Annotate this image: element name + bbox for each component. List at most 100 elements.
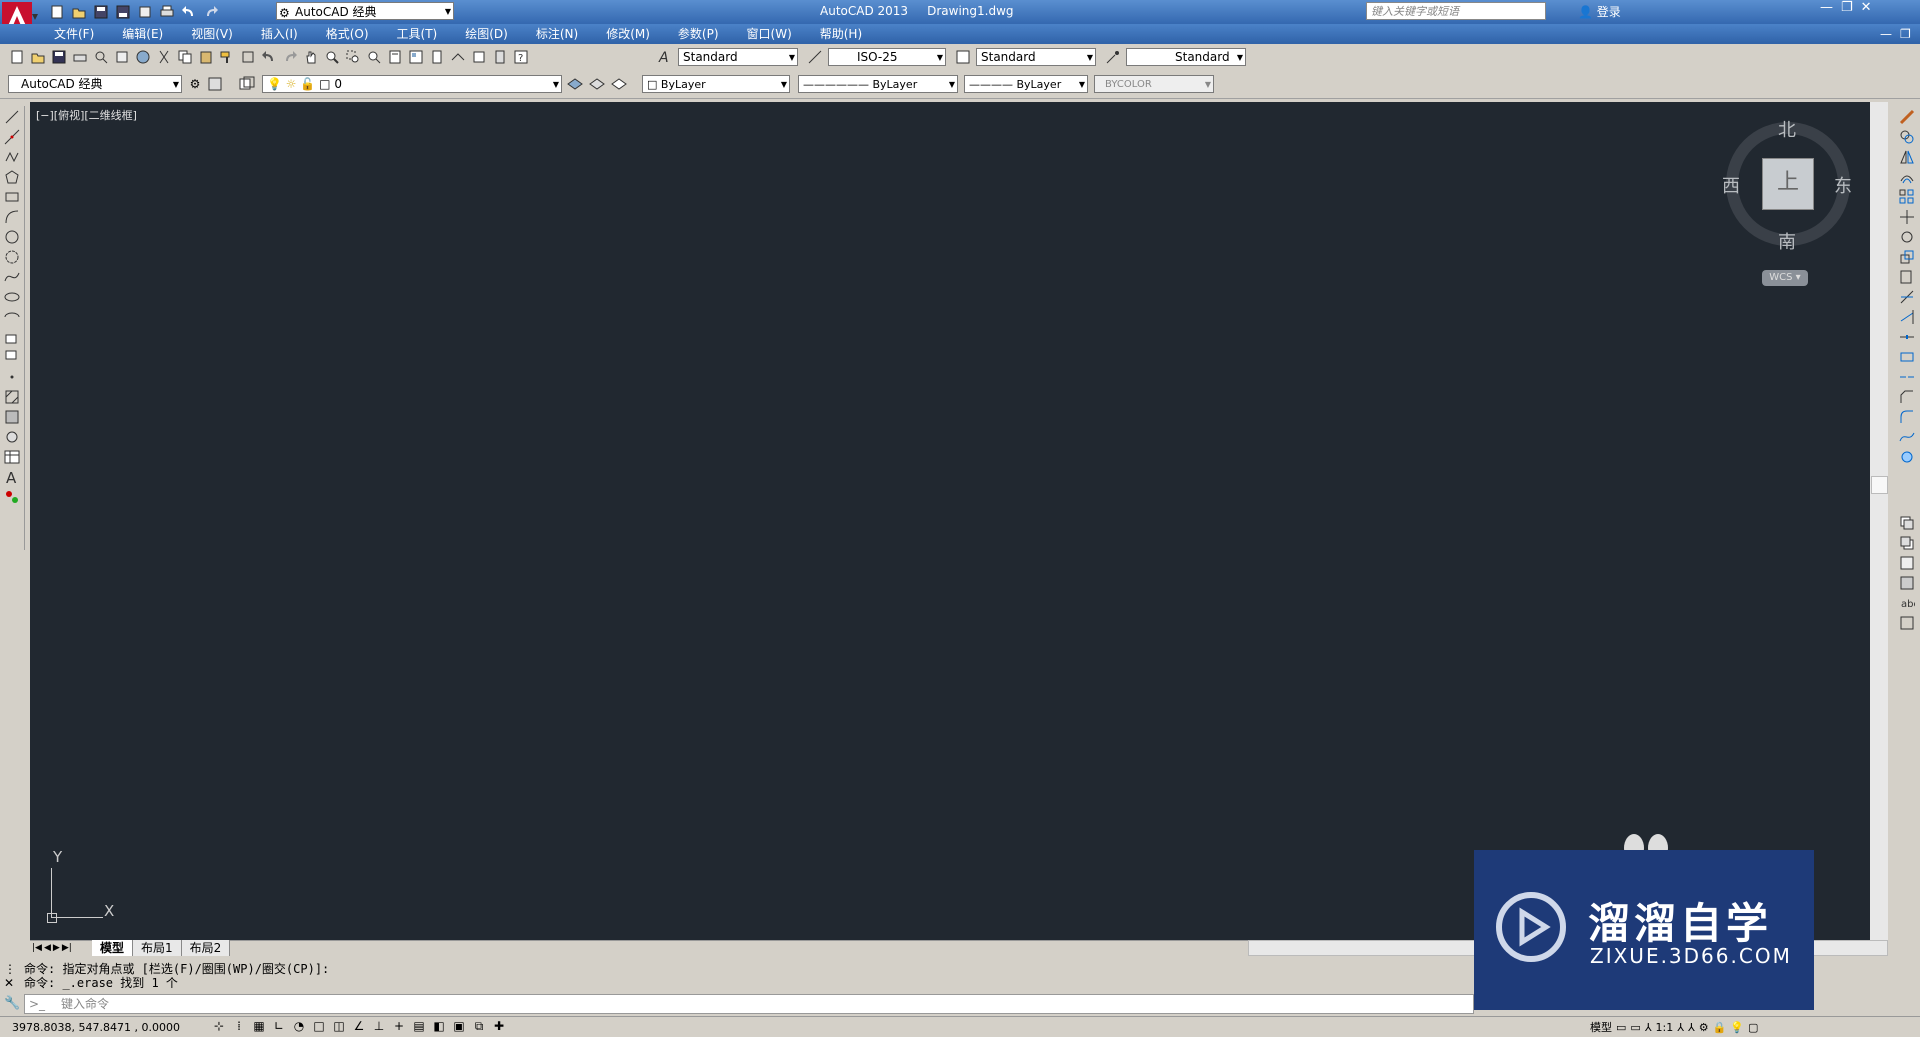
layer-dropdown[interactable]: 💡 ☼ 🔓 □ 0 ▼	[262, 75, 562, 93]
array-icon[interactable]	[1898, 188, 1916, 206]
fillet-icon[interactable]	[1898, 408, 1916, 426]
markup-icon[interactable]	[470, 48, 488, 66]
dynamic-ucs-icon[interactable]: ⊥	[370, 1018, 388, 1034]
infer-constraints-icon[interactable]: ⊹	[210, 1018, 228, 1034]
menu-insert[interactable]: 插入(I)	[247, 24, 312, 44]
wrench-icon[interactable]: 🔧	[4, 996, 20, 1011]
workspace-dropdown[interactable]: ⚙ AutoCAD 经典 ▼	[276, 2, 454, 20]
grid-display-icon[interactable]: ▦	[250, 1018, 268, 1034]
last-tab-icon[interactable]: ▶|	[62, 940, 72, 956]
command-close-icon[interactable]: ✕	[4, 976, 14, 990]
login-button[interactable]: 👤 登录	[1578, 3, 1621, 20]
text-style-icon[interactable]: A	[656, 48, 674, 66]
close-icon[interactable]: ✕	[1861, 0, 1872, 15]
undo-icon[interactable]	[180, 4, 198, 20]
annotation-scale-icon[interactable]: ⅄	[1645, 1021, 1652, 1034]
save-icon[interactable]	[92, 4, 110, 20]
pan-icon[interactable]	[302, 48, 320, 66]
menu-view[interactable]: 视图(V)	[177, 24, 247, 44]
sheet-set-icon[interactable]	[449, 48, 467, 66]
drawing-canvas[interactable]	[30, 102, 1870, 940]
dynamic-input-icon[interactable]: +	[390, 1018, 408, 1034]
scale-icon[interactable]	[1898, 248, 1916, 266]
open-icon[interactable]	[70, 4, 88, 20]
object-snap-tracking-icon[interactable]: ∠	[350, 1018, 368, 1034]
zoom-realtime-icon[interactable]	[323, 48, 341, 66]
dim-style-dropdown[interactable]: ISO-25 ▼	[828, 48, 946, 66]
plotstyle-dropdown[interactable]: BYCOLOR ▼	[1094, 75, 1214, 93]
make-layer-current-icon[interactable]	[566, 75, 584, 93]
dim-style-icon[interactable]	[806, 48, 824, 66]
rectangle-icon[interactable]	[3, 188, 21, 206]
add-selected-icon[interactable]	[3, 488, 21, 506]
layer-manager-icon[interactable]	[206, 75, 224, 93]
viewcube-top-face[interactable]: 上	[1762, 158, 1814, 210]
line-icon[interactable]	[3, 108, 21, 126]
doc-restore-icon[interactable]: ❐	[1900, 27, 1911, 41]
table-style-dropdown[interactable]: Standard ▼	[976, 48, 1096, 66]
model-space-button[interactable]: 模型	[1590, 1019, 1612, 1035]
polar-tracking-icon[interactable]: ◔	[290, 1018, 308, 1034]
selection-cycling-icon[interactable]: ⧉	[470, 1018, 488, 1034]
clean-screen-icon[interactable]: ▢	[1748, 1021, 1758, 1034]
redo-icon[interactable]	[202, 4, 220, 20]
offset-icon[interactable]	[1898, 168, 1916, 186]
quick-view-drawings-icon[interactable]: ▭	[1630, 1021, 1640, 1034]
save-as-icon[interactable]	[114, 4, 132, 20]
redo-tool-icon[interactable]	[281, 48, 299, 66]
hatch-icon[interactable]	[3, 388, 21, 406]
restore-icon[interactable]: ❐	[1841, 0, 1853, 15]
plot-preview-icon[interactable]	[92, 48, 110, 66]
properties-icon[interactable]	[386, 48, 404, 66]
viewport-controls-label[interactable]: [−][俯视][二维线框]	[36, 107, 137, 123]
menu-draw[interactable]: 绘图(D)	[451, 24, 522, 44]
layer-previous-icon[interactable]	[588, 75, 606, 93]
trim-icon[interactable]	[1898, 288, 1916, 306]
ortho-mode-icon[interactable]: ∟	[270, 1018, 288, 1034]
mirror-icon[interactable]	[1898, 148, 1916, 166]
paste-icon[interactable]	[197, 48, 215, 66]
menu-dimension[interactable]: 标注(N)	[522, 24, 592, 44]
menu-format[interactable]: 格式(O)	[312, 24, 383, 44]
prev-tab-icon[interactable]: ◀	[44, 940, 51, 956]
copy-object-icon[interactable]	[1898, 128, 1916, 146]
tab-model[interactable]: 模型	[92, 940, 134, 956]
isolate-objects-icon[interactable]: 💡	[1730, 1021, 1744, 1034]
new-icon[interactable]	[48, 4, 66, 20]
auto-scale-icon[interactable]: ⅄	[1688, 1021, 1695, 1034]
polyline-icon[interactable]	[3, 148, 21, 166]
circle-icon[interactable]	[3, 228, 21, 246]
lock-ui-icon[interactable]: 🔒	[1713, 1021, 1727, 1034]
join-icon[interactable]	[1898, 368, 1916, 386]
workspace-selector[interactable]: AutoCAD 经典 ▼	[8, 75, 182, 93]
undo-tool-icon[interactable]	[260, 48, 278, 66]
table-style-icon[interactable]	[954, 48, 972, 66]
copy-icon[interactable]	[176, 48, 194, 66]
break-icon[interactable]	[1898, 348, 1916, 366]
publish-icon[interactable]	[136, 4, 154, 20]
vertical-scrollbar[interactable]	[1870, 102, 1888, 940]
snap-mode-icon[interactable]: ⁞	[230, 1018, 248, 1034]
tab-layout1[interactable]: 布局1	[133, 940, 182, 956]
ellipse-icon[interactable]	[3, 288, 21, 306]
stretch-icon[interactable]	[1898, 268, 1916, 286]
first-tab-icon[interactable]: |◀	[32, 940, 42, 956]
publish-file-icon[interactable]	[113, 48, 131, 66]
design-center-icon[interactable]	[407, 48, 425, 66]
revision-cloud-icon[interactable]	[3, 248, 21, 266]
menu-tools[interactable]: 工具(T)	[383, 24, 452, 44]
tool-palettes-icon[interactable]	[428, 48, 446, 66]
lineweight-dropdown[interactable]: ———— ByLayer ▼	[964, 75, 1088, 93]
command-input[interactable]: >_ 键入命令	[24, 994, 1474, 1014]
extend-icon[interactable]	[1898, 308, 1916, 326]
menu-help[interactable]: 帮助(H)	[806, 24, 876, 44]
tab-layout2[interactable]: 布局2	[181, 940, 231, 956]
erase-icon[interactable]	[1898, 108, 1916, 126]
menu-edit[interactable]: 编辑(E)	[108, 24, 177, 44]
object-snap-icon[interactable]: □	[310, 1018, 328, 1034]
hatch-back-icon[interactable]	[1898, 614, 1916, 632]
multileader-style-icon[interactable]	[1104, 48, 1122, 66]
cursor-coordinates[interactable]: 3978.8038, 547.8471 , 0.0000	[12, 1021, 180, 1034]
break-at-point-icon[interactable]	[1898, 328, 1916, 346]
rotate-icon[interactable]	[1898, 228, 1916, 246]
